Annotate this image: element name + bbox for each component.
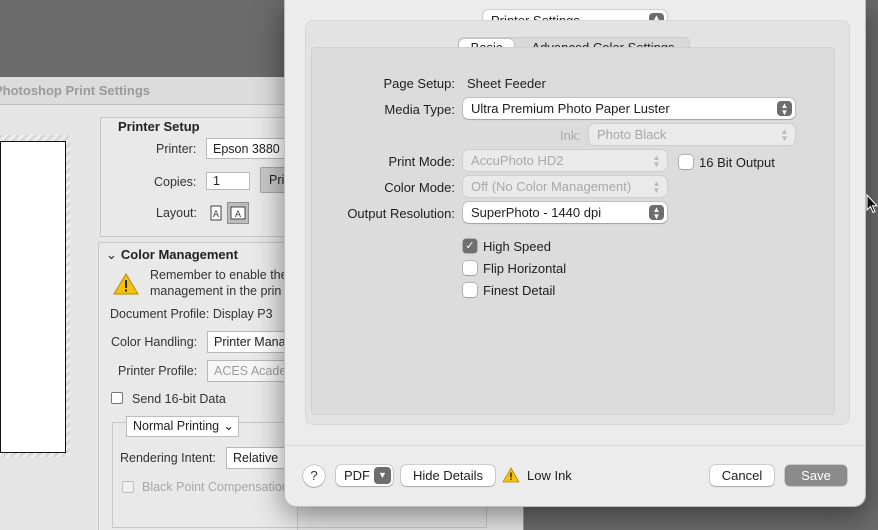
updown-chevron-icon: ▲▼ [777, 101, 792, 116]
color-mode-label: Color Mode: [384, 180, 455, 195]
hide-details-button[interactable]: Hide Details [401, 465, 495, 486]
updown-chevron-icon: ▲▼ [649, 205, 664, 220]
flip-horizontal-label: Flip Horizontal [483, 261, 567, 276]
printer-select[interactable]: Epson 3880 [206, 138, 284, 159]
ink-label: Ink: [560, 128, 581, 143]
output-resolution-label: Output Resolution: [347, 206, 455, 221]
document-profile: Document Profile: Display P3 [110, 307, 273, 321]
warning-text-line1: Remember to enable the [150, 268, 288, 282]
media-type-label: Media Type: [384, 102, 455, 117]
printer-profile-select[interactable]: ACES Acade [207, 360, 285, 382]
printer-profile-label: Printer Profile: [118, 364, 198, 378]
flip-horizontal-checkbox[interactable] [463, 261, 477, 275]
warning-text-line2: management in the prin [150, 284, 282, 298]
color-management-heading-label: Color Management [120, 247, 238, 262]
page-setup-value: Sheet Feeder [467, 76, 546, 91]
rendering-intent-select[interactable]: Relative [226, 447, 286, 469]
pdf-button-label: PDF [344, 468, 370, 483]
finest-detail-label: Finest Detail [483, 283, 556, 298]
normal-printing-label: Normal Printing [133, 419, 220, 433]
checkmark-icon: ✓ [465, 240, 475, 252]
copies-input[interactable]: 1 [206, 172, 250, 190]
ink-popup-label: Photo Black [597, 127, 667, 142]
portrait-layout-icon[interactable]: A [208, 204, 224, 222]
rendering-intent-label: Rendering Intent: [120, 451, 216, 465]
warning-icon [502, 467, 520, 483]
save-button[interactable]: Save [785, 465, 847, 486]
16bit-output-label: 16 Bit Output [699, 155, 775, 170]
print-settings-button[interactable]: Pri [260, 167, 285, 193]
ink-popup[interactable]: Photo Black ▲ ▼ [589, 124, 795, 145]
normal-printing-select[interactable]: Normal Printing ⌄ [126, 416, 239, 437]
black-point-checkbox[interactable] [122, 481, 134, 493]
print-dialog: Printer Settings ▲▼ Basic Advanced Color… [284, 0, 866, 507]
chevron-down-icon: ⌄ [106, 247, 117, 262]
print-mode-popup-label: AccuPhoto HD2 [471, 153, 564, 168]
output-resolution-popup[interactable]: SuperPhoto - 1440 dpi ▲ ▼ [463, 202, 667, 223]
copies-label: Copies: [154, 175, 197, 189]
warning-icon [113, 273, 139, 295]
high-speed-checkbox[interactable]: ✓ [463, 239, 477, 253]
low-ink-status: Low Ink [527, 468, 572, 483]
print-preview-area [0, 135, 70, 457]
printer-label: Printer: [156, 142, 197, 156]
pdf-menu-button[interactable]: PDF ▼ [336, 465, 393, 486]
media-type-popup[interactable]: Ultra Premium Photo Paper Luster ▲ ▼ [463, 98, 795, 119]
media-type-popup-label: Ultra Premium Photo Paper Luster [471, 101, 670, 116]
printer-setup-heading: Printer Setup [118, 119, 200, 134]
updown-chevron-icon: ▲▼ [652, 152, 661, 169]
print-mode-label: Print Mode: [388, 154, 455, 169]
layout-label: Layout: [156, 206, 198, 220]
finest-detail-checkbox[interactable] [463, 283, 477, 297]
output-resolution-popup-label: SuperPhoto - 1440 dpi [471, 205, 602, 220]
updown-chevron-icon: ▲▼ [652, 178, 661, 195]
footer-divider [285, 445, 865, 446]
send-16bit-checkbox[interactable] [111, 392, 123, 404]
send-16bit-label: Send 16-bit Data [132, 392, 226, 406]
cancel-button[interactable]: Cancel [710, 465, 774, 486]
updown-chevron-icon: ▲▼ [780, 126, 789, 143]
svg-text:A: A [213, 210, 220, 220]
svg-text:A: A [235, 210, 242, 220]
high-speed-label: High Speed [483, 239, 551, 254]
print-mode-popup[interactable]: AccuPhoto HD2 ▲ ▼ [463, 150, 667, 171]
color-management-heading[interactable]: ⌄ Color Management [106, 247, 238, 263]
black-point-label: Black Point Compensation [142, 480, 289, 494]
help-button[interactable]: ? [303, 465, 325, 487]
page-setup-label: Page Setup: [383, 76, 455, 91]
16bit-output-checkbox[interactable] [679, 155, 693, 169]
mouse-pointer-icon [866, 193, 878, 214]
landscape-layout-icon[interactable]: A [227, 202, 249, 224]
color-handling-label: Color Handling: [111, 335, 198, 349]
color-mode-popup[interactable]: Off (No Color Management) ▲ ▼ [463, 176, 667, 197]
chevron-down-icon: ▼ [374, 467, 391, 484]
chevron-down-icon: ⌄ [223, 419, 234, 433]
color-handling-select[interactable]: Printer Mana [207, 331, 285, 353]
color-mode-popup-label: Off (No Color Management) [471, 179, 632, 194]
print-preview-paper [0, 141, 66, 453]
